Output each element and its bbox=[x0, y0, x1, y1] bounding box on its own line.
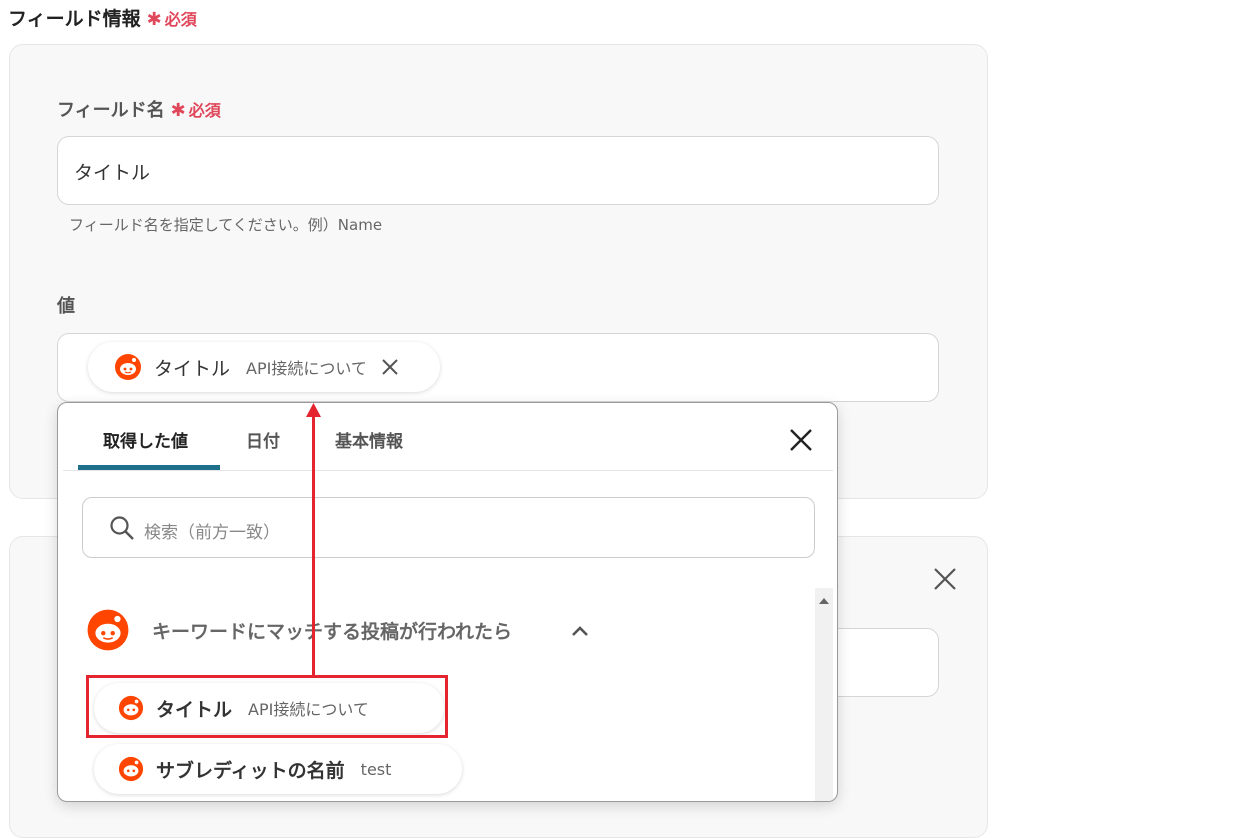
value-label: 値 bbox=[57, 296, 75, 317]
value-item-label: サブレディットの名前 bbox=[156, 759, 345, 782]
value-token[interactable]: タイトル API接続について bbox=[88, 342, 440, 392]
tab-acquired-values[interactable]: 取得した値 bbox=[103, 427, 188, 452]
section-title-text: フィールド情報 bbox=[8, 8, 141, 30]
annotation-arrow-line bbox=[312, 414, 315, 676]
close-icon[interactable] bbox=[932, 566, 958, 596]
value-picker-panel: 取得した値 日付 基本情報 検索（前方一致） キーワードにマッチする投稿が行われ… bbox=[57, 402, 838, 802]
value-token-label: タイトル bbox=[154, 357, 231, 380]
close-icon[interactable] bbox=[789, 428, 813, 456]
field-name-value: タイトル bbox=[74, 162, 151, 184]
scroll-up-icon[interactable] bbox=[817, 591, 831, 610]
scrollbar[interactable] bbox=[815, 588, 833, 801]
field-name-input[interactable]: タイトル bbox=[57, 136, 939, 205]
section-title: フィールド情報 ✱ 必須 bbox=[8, 4, 197, 31]
reddit-icon bbox=[86, 608, 130, 656]
trigger-group-title[interactable]: キーワードにマッチする投稿が行われたら bbox=[152, 617, 512, 644]
value-item-sub: test bbox=[360, 759, 392, 779]
value-token-sub: API接続について bbox=[246, 359, 367, 378]
search-placeholder: 検索（前方一致） bbox=[144, 523, 280, 543]
reddit-icon bbox=[118, 756, 144, 782]
required-badge: ✱ 必須 bbox=[146, 9, 197, 30]
tab-divider bbox=[63, 470, 833, 471]
required-text: 必須 bbox=[164, 10, 197, 29]
required-badge: ✱ 必須 bbox=[170, 100, 221, 121]
close-icon[interactable] bbox=[381, 358, 399, 376]
highlight-box bbox=[86, 675, 448, 738]
reddit-icon bbox=[114, 353, 142, 381]
tab-basic-info[interactable]: 基本情報 bbox=[335, 427, 403, 452]
field-name-hint: フィールド名を指定してください。例）Name bbox=[69, 216, 383, 234]
field-name-label-text: フィールド名 bbox=[57, 100, 165, 121]
tab-date[interactable]: 日付 bbox=[246, 427, 280, 452]
chevron-up-icon[interactable] bbox=[570, 623, 590, 642]
field-name-label: フィールド名 ✱ 必須 bbox=[57, 96, 221, 122]
required-text: 必須 bbox=[188, 101, 221, 120]
search-icon bbox=[109, 515, 135, 545]
annotation-arrow-head bbox=[306, 402, 321, 421]
search-input[interactable]: 検索（前方一致） bbox=[82, 497, 815, 558]
